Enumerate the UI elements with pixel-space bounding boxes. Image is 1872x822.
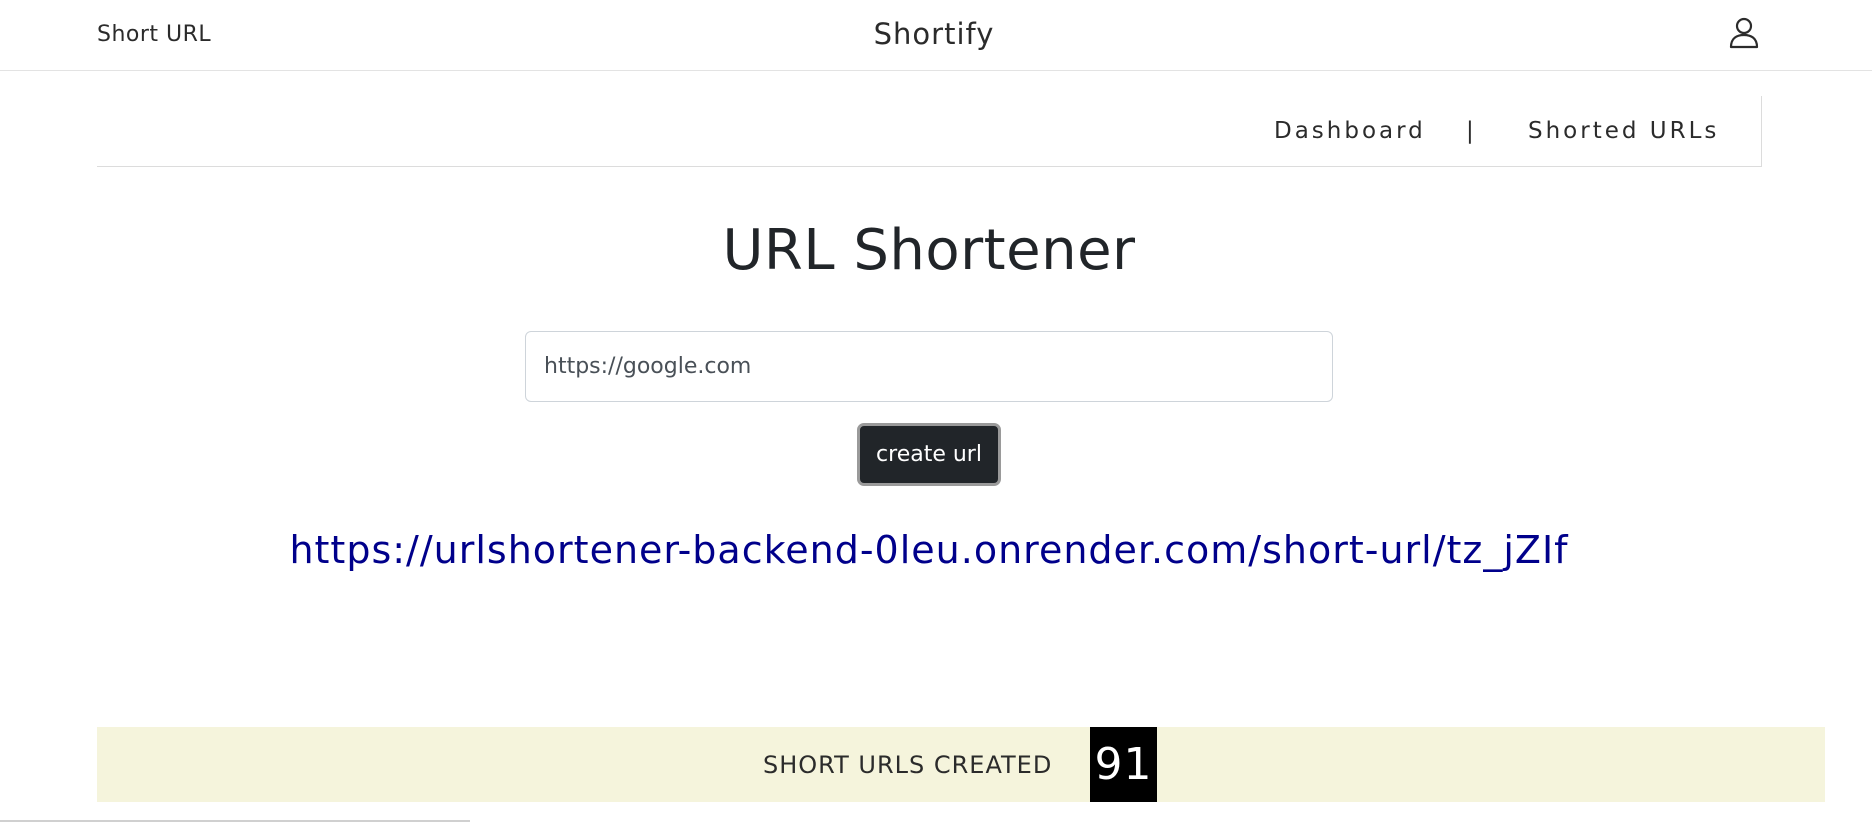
counter-value: 91 [1090, 727, 1157, 802]
url-input[interactable] [525, 331, 1333, 402]
app-title: Shortify [873, 17, 995, 51]
counter-label: SHORT URLS CREATED [763, 751, 1053, 779]
create-url-button[interactable]: create url [857, 423, 1001, 486]
user-account-button[interactable] [1726, 17, 1762, 53]
user-icon [1729, 17, 1759, 53]
short-urls-counter-bar: SHORT URLS CREATED 91 [97, 727, 1825, 802]
page-title: URL Shortener [722, 218, 1136, 283]
nav-separator: | [1466, 118, 1474, 144]
nav-shorted-urls-link[interactable]: Shorted URLs [1528, 118, 1719, 144]
top-navbar: Short URL Shortify [0, 0, 1872, 71]
generated-short-url-link[interactable]: https://urlshortener-backend-0leu.onrend… [0, 528, 1858, 572]
nav-dashboard-link[interactable]: Dashboard [1274, 118, 1426, 144]
sub-navigation: Dashboard | Shorted URLs [97, 96, 1762, 167]
